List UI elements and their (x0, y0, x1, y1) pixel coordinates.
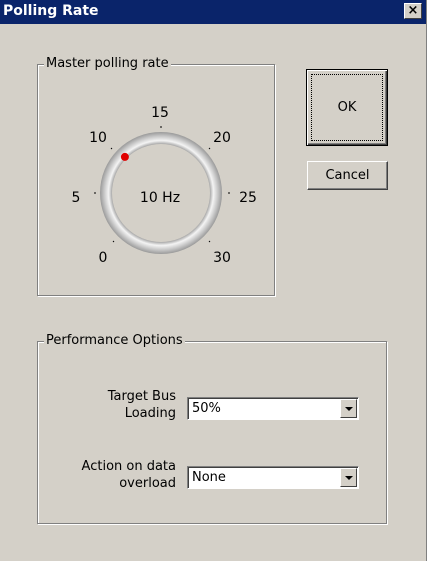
target-bus-loading-value: 50% (192, 401, 221, 416)
action-on-overload-label: Action on data overload (56, 458, 176, 492)
action-on-overload-value: None (192, 470, 226, 485)
tick-label-20: 20 (213, 130, 231, 146)
knob-value-text: 10 Hz (140, 190, 180, 206)
overload-label-line2: overload (119, 476, 176, 491)
tick-label-25: 25 (239, 190, 257, 206)
tick-label-5: 5 (72, 190, 81, 206)
overload-label-line1: Action on data (81, 459, 176, 474)
cancel-button[interactable]: Cancel (307, 161, 388, 190)
ok-focus-rect (311, 74, 383, 141)
performance-options-label: Performance Options (44, 333, 185, 348)
knob-position-indicator-icon[interactable] (120, 152, 129, 161)
chevron-down-icon[interactable] (340, 468, 357, 487)
tick-label-30: 30 (213, 250, 231, 266)
tick-label-10: 10 (89, 130, 107, 146)
tick-label-0: 0 (99, 250, 108, 266)
ok-button[interactable]: OK (306, 69, 388, 146)
target-bus-loading-label: Target Bus Loading (56, 388, 176, 422)
polling-rate-dialog: Polling Rate × Master polling rate 10 Hz… (0, 0, 427, 561)
tick-label-15: 15 (151, 105, 169, 121)
chevron-down-icon[interactable] (340, 399, 357, 418)
target-bus-label-line2: Loading (124, 406, 176, 421)
target-bus-label-line1: Target Bus (107, 389, 176, 404)
performance-options-group: Performance Options (37, 333, 387, 524)
cancel-button-label: Cancel (325, 168, 370, 183)
action-on-overload-select[interactable]: None (187, 466, 359, 489)
target-bus-loading-select[interactable]: 50% (187, 397, 359, 420)
